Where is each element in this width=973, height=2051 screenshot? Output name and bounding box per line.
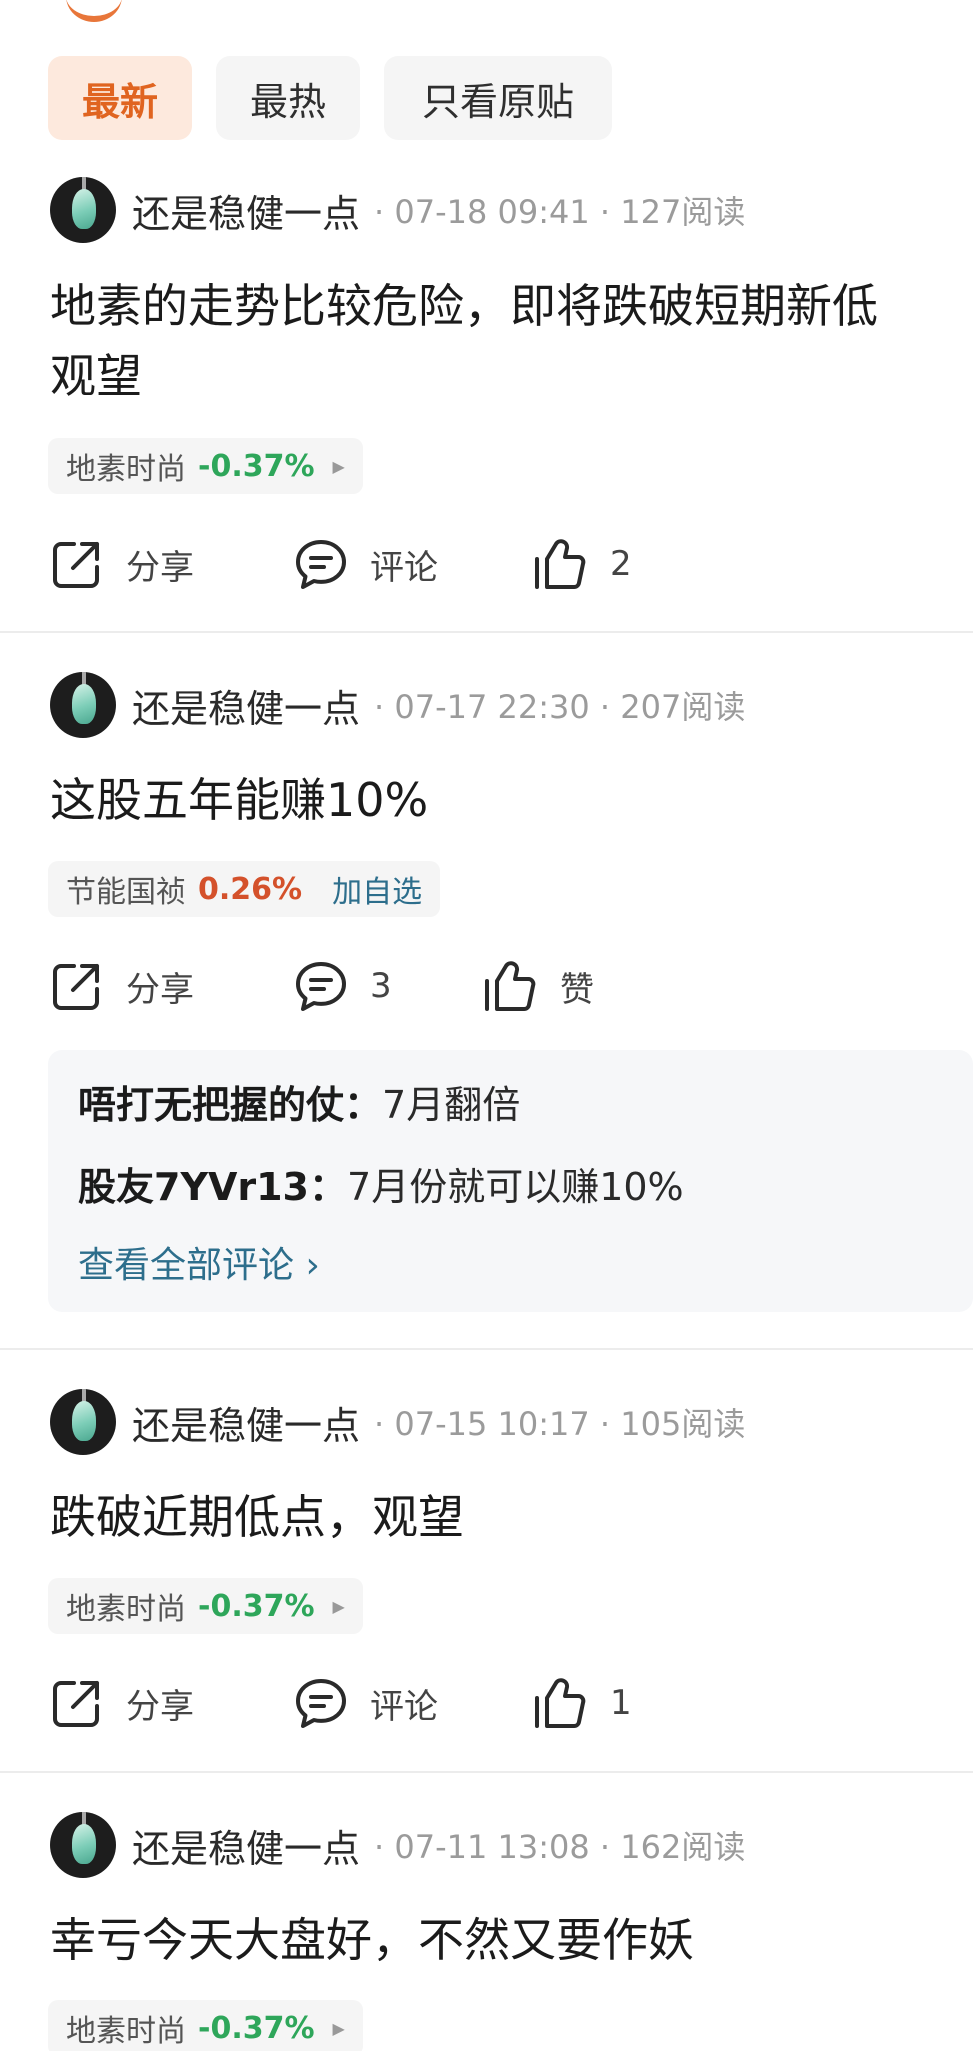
post-header: 还是稳健一点 · 07-15 10:17 · 105阅读 (50, 1389, 745, 1455)
add-watchlist-button[interactable]: 加自选 (332, 867, 422, 911)
comment-user[interactable]: 股友7YVr13 (78, 1165, 309, 1209)
stock-chip[interactable]: 节能国祯 0.26% 加自选 (48, 861, 441, 917)
avatar[interactable] (50, 177, 116, 243)
post-meta: · 07-11 13:08 · 162阅读 (374, 1828, 746, 1866)
comment-text: 7月翻倍 (382, 1083, 521, 1127)
divider (0, 1771, 973, 1773)
stock-chip[interactable]: 地素时尚 -0.37% ▶ (48, 438, 363, 494)
view-all-comments-link[interactable]: 查看全部评论 › (78, 1236, 320, 1288)
post-text[interactable]: 幸亏今天大盘好，不然又要作妖 (50, 1906, 694, 1974)
comment-label: 评论 (370, 1686, 438, 1727)
author-name[interactable]: 还是稳健一点 (132, 1818, 360, 1873)
avatar[interactable] (50, 672, 116, 738)
comment-preview[interactable]: 唔打无把握的仗：7月翻倍 股友7YVr13：7月份就可以赚10% 查看全部评论 … (48, 1050, 973, 1312)
comment-text: 7月份就可以赚10% (347, 1165, 684, 1209)
post-header: 还是稳健一点 · 07-18 09:41 · 127阅读 (50, 177, 745, 243)
stock-chip[interactable]: 地素时尚 -0.37% ▶ (48, 1578, 363, 1634)
top-decoration (66, 0, 122, 22)
share-button[interactable]: 分享 (50, 1673, 194, 1733)
comment-item: 股友7YVr13：7月份就可以赚10% (78, 1156, 684, 1211)
like-label: 赞 (560, 969, 594, 1010)
post-text[interactable]: 跌破近期低点，观望 (50, 1483, 464, 1551)
post-header: 还是稳健一点 · 07-11 13:08 · 162阅读 (50, 1812, 745, 1878)
post-text[interactable]: 地素的走势比较危险，即将跌破短期新低 (50, 272, 878, 340)
divider (0, 1348, 973, 1350)
thumbs-up-icon (485, 961, 536, 1011)
tab-latest[interactable]: 最新 (48, 56, 192, 140)
like-button[interactable]: 赞 (482, 956, 594, 1016)
like-button[interactable]: 2 (532, 534, 632, 594)
share-label: 分享 (126, 969, 194, 1010)
post-text[interactable]: 这股五年能赚10% (50, 766, 428, 834)
post-header: 还是稳健一点 · 07-17 22:30 · 207阅读 (50, 672, 745, 738)
share-icon (53, 964, 99, 1010)
post-meta: · 07-18 09:41 · 127阅读 (374, 193, 746, 231)
tab-hottest[interactable]: 最热 (216, 56, 360, 140)
comment-icon (296, 540, 346, 589)
post-actions: 分享 3 赞 (50, 956, 930, 1016)
share-label: 分享 (126, 1686, 194, 1727)
stock-change: -0.37% (198, 1588, 315, 1624)
chevron-right-icon: ▶ (332, 1596, 345, 1616)
like-button[interactable]: 1 (532, 1673, 632, 1733)
share-button[interactable]: 分享 (50, 534, 194, 594)
avatar[interactable] (50, 1389, 116, 1455)
post-text[interactable]: 观望 (50, 342, 142, 410)
stock-name: 节能国祯 (66, 875, 186, 910)
comment-user[interactable]: 唔打无把握的仗 (78, 1083, 344, 1127)
divider (0, 631, 973, 633)
author-name[interactable]: 还是稳健一点 (132, 183, 360, 238)
comment-item: 唔打无把握的仗：7月翻倍 (78, 1074, 520, 1129)
share-button[interactable]: 分享 (50, 956, 194, 1016)
post-meta: · 07-17 22:30 · 207阅读 (374, 688, 746, 726)
comment-button[interactable]: 评论 (294, 534, 438, 594)
chevron-right-icon: ▶ (332, 456, 345, 476)
post-meta: · 07-15 10:17 · 105阅读 (374, 1405, 746, 1443)
comment-button[interactable]: 3 (294, 956, 392, 1016)
thumbs-up-icon (535, 1678, 586, 1728)
comment-icon (296, 1679, 346, 1728)
comment-icon (296, 962, 346, 1011)
thumbs-up-icon (535, 539, 586, 589)
share-label: 分享 (126, 547, 194, 588)
share-icon (53, 1681, 99, 1727)
stock-name: 地素时尚 (66, 2014, 186, 2049)
stock-name: 地素时尚 (66, 1592, 186, 1627)
comment-label: 评论 (370, 547, 438, 588)
stock-name: 地素时尚 (66, 452, 186, 487)
stock-change: 0.26% (198, 871, 303, 907)
tab-original-only[interactable]: 只看原贴 (384, 56, 612, 140)
sort-tabs: 最新 最热 只看原贴 (48, 56, 612, 140)
stock-chip[interactable]: 地素时尚 -0.37% ▶ (48, 2000, 363, 2051)
comment-count: 3 (370, 966, 392, 1006)
comment-separator: ： (309, 1165, 348, 1209)
author-name[interactable]: 还是稳健一点 (132, 678, 360, 733)
comment-separator: ： (344, 1083, 383, 1127)
share-icon (53, 542, 99, 588)
post-actions: 分享 评论 1 (50, 1673, 930, 1733)
stock-change: -0.37% (198, 2010, 315, 2046)
avatar[interactable] (50, 1812, 116, 1878)
stock-change: -0.37% (198, 448, 315, 484)
chevron-right-icon: ▶ (332, 2018, 345, 2038)
author-name[interactable]: 还是稳健一点 (132, 1395, 360, 1450)
like-count: 2 (610, 544, 632, 584)
comment-button[interactable]: 评论 (294, 1673, 438, 1733)
post-actions: 分享 评论 2 (50, 534, 930, 594)
like-count: 1 (610, 1683, 632, 1723)
